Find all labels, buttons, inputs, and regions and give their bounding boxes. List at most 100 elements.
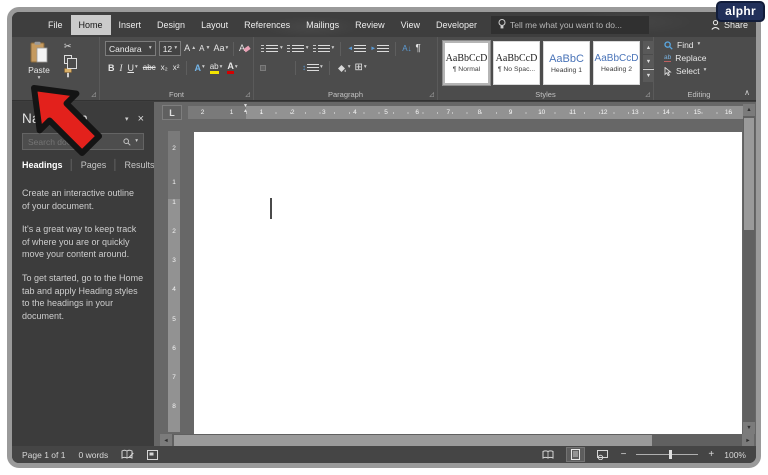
- italic-button[interactable]: I: [120, 64, 123, 73]
- tab-review[interactable]: Review: [347, 15, 393, 35]
- document-page[interactable]: [194, 132, 742, 434]
- web-layout-button[interactable]: [594, 448, 611, 461]
- navigation-options-dropdown[interactable]: ▾: [125, 115, 129, 123]
- tab-layout[interactable]: Layout: [193, 15, 236, 35]
- align-right-button[interactable]: [277, 66, 281, 70]
- change-case-button[interactable]: Aa▾: [213, 44, 228, 53]
- replace-button[interactable]: ab Replace: [664, 53, 744, 63]
- proofing-status-icon[interactable]: [121, 449, 134, 460]
- indent-markers[interactable]: ▼ ▲: [242, 104, 249, 118]
- replace-icon: ab: [664, 54, 671, 62]
- zoom-out-button[interactable]: −: [621, 449, 627, 460]
- multilevel-list-button[interactable]: ▾: [313, 45, 335, 54]
- style-heading-1[interactable]: AaBbC Heading 1: [543, 41, 590, 85]
- macro-recording-icon[interactable]: [147, 450, 158, 460]
- zoom-level-indicator[interactable]: 100%: [724, 450, 746, 460]
- highlight-button[interactable]: ab▾: [210, 63, 223, 74]
- font-name-combobox[interactable]: Candara ▾: [105, 41, 156, 56]
- tab-stop-selector[interactable]: L: [162, 105, 182, 120]
- styles-scroll-up-button[interactable]: ▲: [643, 41, 654, 54]
- style-normal[interactable]: AaBbCcD ¶ Normal: [443, 41, 490, 85]
- align-left-button[interactable]: [261, 66, 265, 70]
- tab-design[interactable]: Design: [149, 15, 193, 35]
- select-button[interactable]: Select ▾: [664, 66, 744, 76]
- horizontal-scrollbar-thumb[interactable]: [174, 435, 652, 446]
- strikethrough-button[interactable]: abc: [143, 64, 156, 72]
- copy-button[interactable]: [64, 55, 72, 64]
- nav-tab-results[interactable]: Results: [125, 160, 155, 170]
- zoom-slider[interactable]: [636, 450, 698, 459]
- paragraph-dialog-launcher[interactable]: ◿: [429, 92, 434, 98]
- vertical-ruler[interactable]: 21 12345678: [168, 131, 180, 432]
- scroll-up-button[interactable]: ▲: [743, 104, 755, 116]
- align-center-button[interactable]: [269, 66, 273, 70]
- style-heading-2[interactable]: AaBbCcD Heading 2: [593, 41, 640, 85]
- zoom-slider-thumb[interactable]: [669, 450, 672, 459]
- vertical-scrollbar-thumb[interactable]: [744, 118, 754, 230]
- styles-dialog-launcher[interactable]: ◿: [645, 92, 650, 98]
- word-count-indicator[interactable]: 0 words: [78, 450, 108, 460]
- cursor-arrow-icon: [664, 67, 672, 76]
- font-dialog-launcher[interactable]: ◿: [245, 92, 250, 98]
- font-name-value: Candara: [109, 44, 142, 54]
- style-no-spacing[interactable]: AaBbCcD ¶ No Spac...: [493, 41, 540, 85]
- ruler-number: 16: [713, 109, 744, 116]
- font-size-value: 12: [163, 44, 172, 54]
- close-icon[interactable]: ×: [138, 113, 144, 125]
- superscript-button[interactable]: x²: [173, 64, 180, 72]
- ruler-number: 4: [172, 286, 176, 315]
- word-window: File Home Insert Design Layout Reference…: [7, 7, 761, 468]
- line-spacing-button[interactable]: ↕▾: [302, 64, 323, 73]
- cut-button[interactable]: ✂: [64, 42, 72, 51]
- subscript-button[interactable]: x₂: [161, 64, 168, 72]
- font-size-combobox[interactable]: 12 ▾: [159, 41, 181, 56]
- tab-view[interactable]: View: [393, 15, 428, 35]
- ruler-number: 2: [201, 109, 205, 116]
- tab-file[interactable]: File: [40, 15, 71, 35]
- shrink-font-button[interactable]: A▼: [199, 45, 210, 53]
- font-color-button[interactable]: A▾: [227, 62, 237, 74]
- shading-button[interactable]: ▾: [336, 63, 351, 73]
- font-group-label: Font: [100, 90, 253, 99]
- borders-button[interactable]: ⊞▾: [355, 63, 367, 73]
- tab-references[interactable]: References: [236, 15, 298, 35]
- underline-button[interactable]: U▾: [128, 64, 138, 73]
- ruler-number: 2: [172, 228, 176, 257]
- collapse-ribbon-button[interactable]: ∧: [744, 88, 750, 97]
- sort-button[interactable]: A↓: [402, 45, 411, 53]
- styles-scroll-down-button[interactable]: ▼: [643, 55, 654, 68]
- show-paragraph-marks-button[interactable]: ¶: [416, 44, 421, 54]
- divider: [295, 61, 296, 75]
- increase-indent-button[interactable]: ►: [370, 45, 389, 54]
- status-bar: Page 1 of 1 0 words −: [12, 446, 756, 463]
- tab-developer[interactable]: Developer: [428, 15, 485, 35]
- ruler-active-section: 12345678: [168, 199, 180, 432]
- justify-button[interactable]: [285, 66, 289, 70]
- style-name: ¶ Normal: [453, 66, 480, 73]
- grow-font-button[interactable]: A▲: [184, 44, 196, 53]
- decrease-indent-button[interactable]: ◄: [347, 45, 366, 54]
- tab-insert[interactable]: Insert: [111, 15, 150, 35]
- ruler-number: 9: [495, 109, 526, 116]
- text-effects-button[interactable]: A▾: [194, 64, 204, 73]
- numbering-button[interactable]: ▾: [287, 45, 309, 54]
- scroll-down-button[interactable]: ▼: [743, 422, 755, 434]
- styles-more-button[interactable]: ▼: [643, 69, 654, 82]
- tab-home[interactable]: Home: [71, 15, 111, 35]
- page-number-indicator[interactable]: Page 1 of 1: [22, 450, 65, 460]
- vertical-scrollbar[interactable]: ▲ ▼: [743, 104, 755, 434]
- search-options-dropdown[interactable]: ▾: [135, 139, 138, 145]
- indent-icon: ►: [370, 46, 376, 52]
- zoom-in-button[interactable]: +: [708, 449, 714, 460]
- tab-mailings[interactable]: Mailings: [298, 15, 347, 35]
- tell-me-box[interactable]: Tell me what you want to do...: [491, 16, 649, 34]
- find-button[interactable]: Find ▾: [664, 40, 744, 50]
- read-mode-button[interactable]: [540, 448, 557, 461]
- hanging-indent-marker[interactable]: ▲: [243, 109, 248, 114]
- print-layout-button[interactable]: [567, 448, 584, 461]
- bullets-button[interactable]: ▾: [261, 45, 283, 54]
- horizontal-ruler[interactable]: 21 12345678910111213141516: [188, 106, 744, 119]
- change-case-letters: Aa: [213, 44, 224, 53]
- chevron-down-icon: ▾: [225, 46, 228, 52]
- clear-formatting-button[interactable]: A: [239, 44, 250, 53]
